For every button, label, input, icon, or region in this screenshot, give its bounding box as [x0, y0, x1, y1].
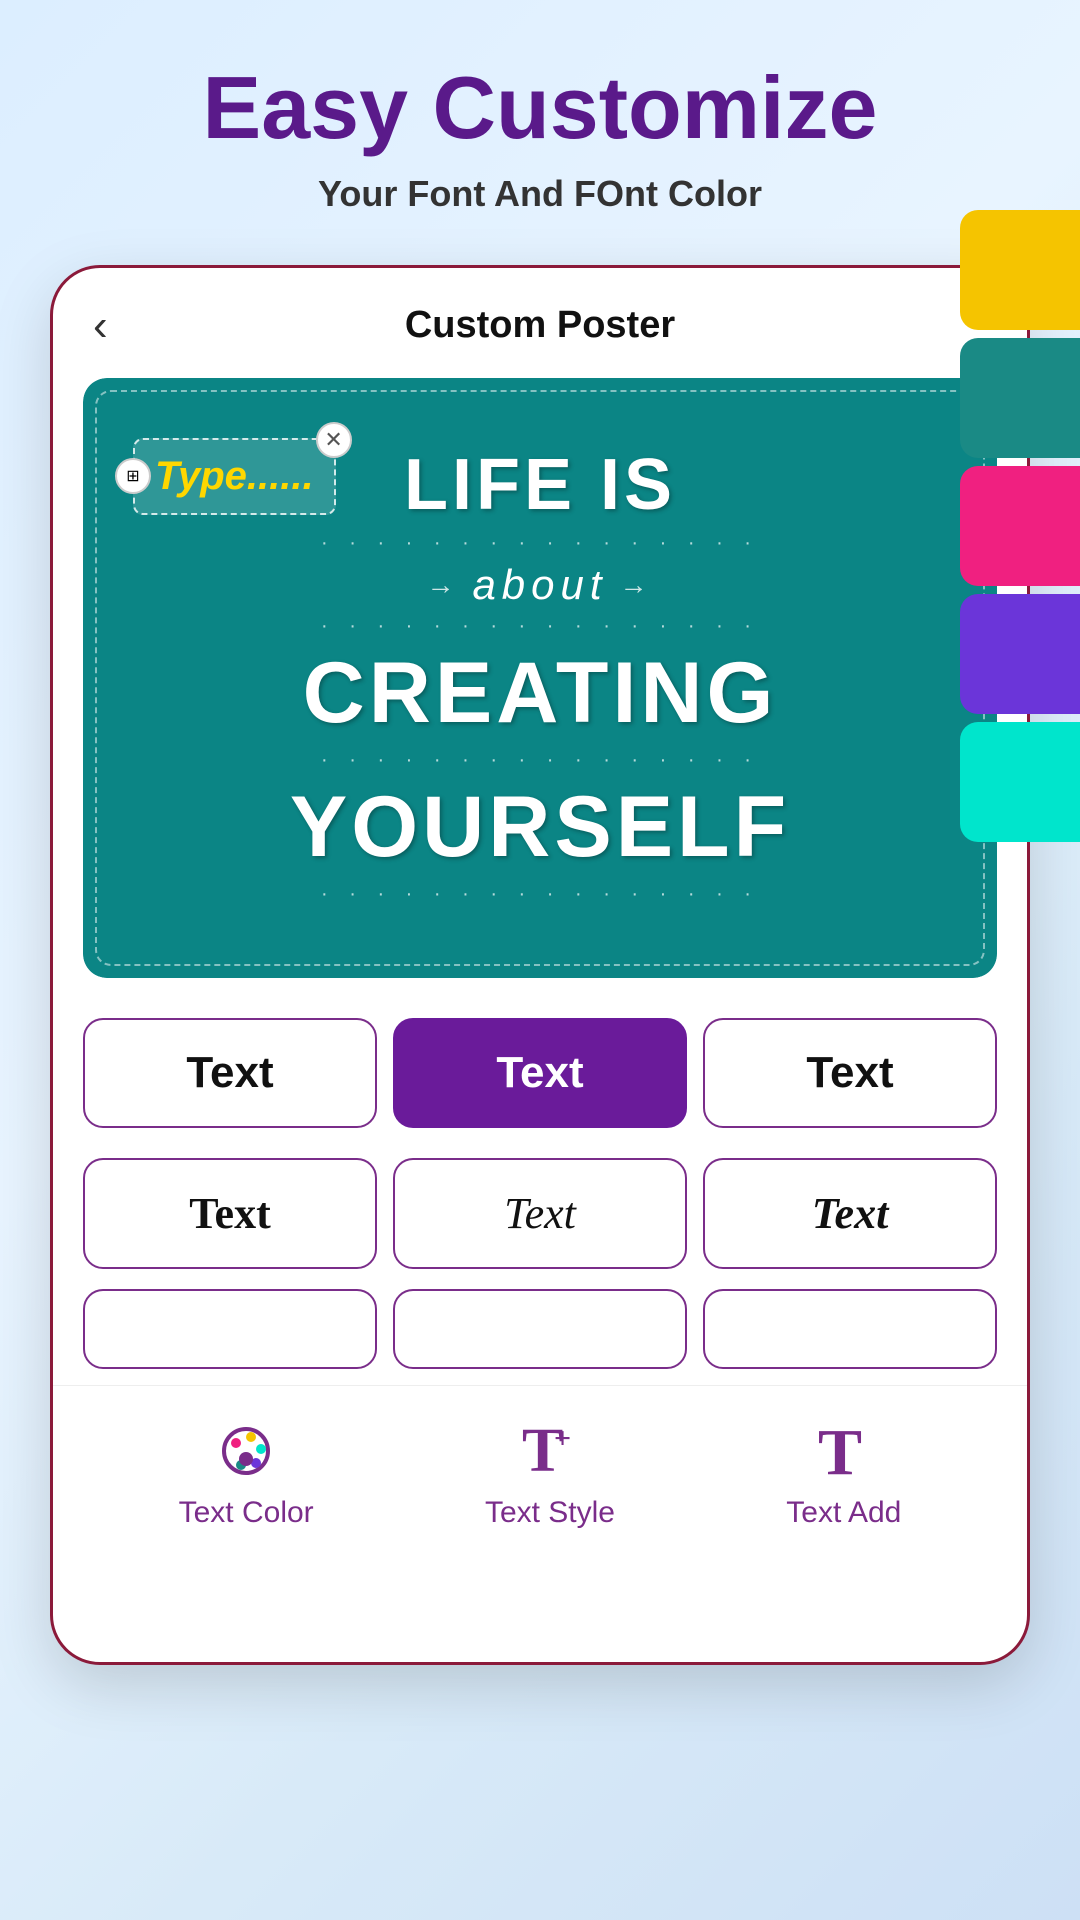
font-grid-row3	[53, 1289, 1027, 1369]
font-button-0[interactable]: Text	[83, 1018, 377, 1128]
app-bar-title: Custom Poster	[405, 304, 675, 347]
back-button[interactable]: ‹	[93, 304, 108, 348]
text-style-icon: T +	[515, 1416, 585, 1486]
app-card: ‹ Custom Poster ⊞ Type...... ✕ LIFE IS ·…	[50, 265, 1030, 1665]
nav-text-color-label: Text Color	[179, 1496, 314, 1530]
font-button-5[interactable]: Text	[703, 1158, 997, 1269]
font-button-7[interactable]	[393, 1289, 687, 1369]
nav-text-add-label: Text Add	[786, 1496, 901, 1530]
svg-text:+: +	[554, 1422, 571, 1455]
poster-line2: about	[113, 561, 967, 609]
poster-image: ⊞ Type...... ✕ LIFE IS · · · · · · · · ·…	[83, 378, 997, 978]
typing-handle-icon: ⊞	[115, 458, 151, 494]
font-grid-row1: Text Text Text	[53, 1008, 1027, 1138]
typing-text: Type......	[155, 454, 314, 498]
font-button-1[interactable]: Text	[393, 1018, 687, 1128]
header-title: Easy Customize	[40, 60, 1040, 157]
poster-line4: YOURSELF	[113, 778, 967, 877]
poster-line3: CREATING	[113, 644, 967, 743]
nav-text-color[interactable]: Text Color	[179, 1416, 314, 1530]
color-swatches	[960, 210, 1080, 842]
font-button-4[interactable]: Text	[393, 1158, 687, 1269]
poster-dots-2: · · · · · · · · · · · · · · · ·	[113, 615, 967, 638]
header-subtitle: Your Font And FOnt Color	[40, 173, 1040, 215]
color-swatch-yellow[interactable]	[960, 210, 1080, 330]
color-swatch-cyan[interactable]	[960, 722, 1080, 842]
font-button-3[interactable]: Text	[83, 1158, 377, 1269]
poster-dots-1: · · · · · · · · · · · · · · · ·	[113, 532, 967, 555]
svg-text:T: T	[818, 1416, 862, 1486]
color-swatch-purple[interactable]	[960, 594, 1080, 714]
text-add-icon: T	[809, 1416, 879, 1486]
palette-icon	[211, 1416, 281, 1486]
top-bar: ‹ Custom Poster	[53, 268, 1027, 368]
color-swatch-teal[interactable]	[960, 338, 1080, 458]
font-button-2[interactable]: Text	[703, 1018, 997, 1128]
nav-text-style-label: Text Style	[485, 1496, 615, 1530]
poster-dots-4: · · · · · · · · · · · · · · · ·	[113, 883, 967, 906]
header: Easy Customize Your Font And FOnt Color	[0, 0, 1080, 245]
color-swatch-pink[interactable]	[960, 466, 1080, 586]
bottom-nav: Text Color T + Text Style T Text Add	[53, 1385, 1027, 1570]
font-button-6[interactable]	[83, 1289, 377, 1369]
canvas-area[interactable]: ⊞ Type...... ✕ LIFE IS · · · · · · · · ·…	[83, 378, 997, 978]
nav-text-add[interactable]: T Text Add	[786, 1416, 901, 1530]
nav-text-style[interactable]: T + Text Style	[485, 1416, 615, 1530]
font-button-8[interactable]	[703, 1289, 997, 1369]
typing-box[interactable]: ⊞ Type...... ✕	[133, 438, 336, 515]
close-icon[interactable]: ✕	[316, 422, 352, 458]
font-grid-row2: Text Text Text	[53, 1148, 1027, 1279]
poster-dots-3: · · · · · · · · · · · · · · · ·	[113, 749, 967, 772]
